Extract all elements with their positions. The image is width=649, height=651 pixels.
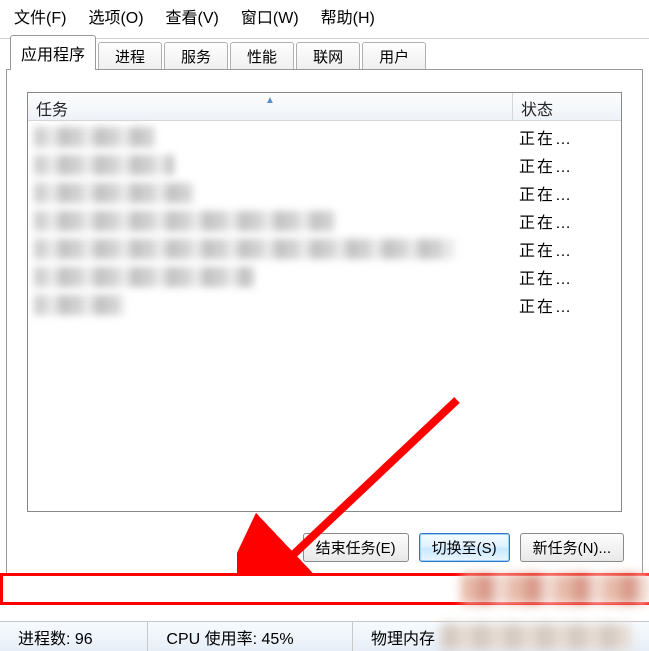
end-task-button[interactable]: 结束任务(E) bbox=[303, 533, 409, 562]
task-row[interactable]: 正在… bbox=[28, 207, 621, 235]
task-list[interactable]: 任务 ▲ 状态 正在… 正在… 正在… bbox=[27, 92, 622, 512]
status-bar: 进程数: 96 CPU 使用率: 45% 物理内存 bbox=[0, 621, 649, 651]
switch-to-button[interactable]: 切换至(S) bbox=[419, 533, 510, 562]
button-row: 结束任务(E) 切换至(S) 新任务(N)... bbox=[303, 533, 624, 562]
menu-view[interactable]: 查看(V) bbox=[166, 4, 219, 28]
tab-networking[interactable]: 联网 bbox=[296, 42, 360, 70]
redacted-region bbox=[441, 624, 631, 650]
status-cell: 正在… bbox=[513, 237, 621, 261]
menu-help[interactable]: 帮助(H) bbox=[321, 4, 375, 28]
status-cell: 正在… bbox=[513, 265, 621, 289]
tabs-region: 应用程序 进程 服务 性能 联网 用户 任务 ▲ 状态 正在… bbox=[0, 38, 649, 577]
menu-options[interactable]: 选项(O) bbox=[88, 4, 143, 28]
tab-services[interactable]: 服务 bbox=[164, 42, 228, 70]
list-header: 任务 ▲ 状态 bbox=[28, 93, 621, 121]
task-row[interactable]: 正在… bbox=[28, 179, 621, 207]
tab-processes[interactable]: 进程 bbox=[98, 42, 162, 70]
tab-body: 任务 ▲ 状态 正在… 正在… 正在… bbox=[6, 69, 643, 577]
task-row[interactable]: 正在… bbox=[28, 263, 621, 291]
column-task[interactable]: 任务 ▲ bbox=[28, 93, 513, 120]
task-row[interactable]: 正在… bbox=[28, 291, 621, 319]
task-row[interactable]: 正在… bbox=[28, 235, 621, 263]
statusbar-memory: 物理内存 bbox=[353, 622, 649, 651]
status-cell: 正在… bbox=[513, 293, 621, 317]
menu-bar: 文件(F) 选项(O) 查看(V) 窗口(W) 帮助(H) bbox=[0, 0, 649, 36]
status-cell: 正在… bbox=[513, 125, 621, 149]
menu-window[interactable]: 窗口(W) bbox=[241, 4, 299, 28]
column-task-label: 任务 bbox=[36, 102, 68, 119]
status-cell: 正在… bbox=[513, 209, 621, 233]
statusbar-processes: 进程数: 96 bbox=[0, 622, 148, 651]
statusbar-cpu: CPU 使用率: 45% bbox=[148, 622, 353, 651]
list-rows: 正在… 正在… 正在… 正在… 正在… bbox=[28, 121, 621, 319]
task-row[interactable]: 正在… bbox=[28, 151, 621, 179]
menu-file[interactable]: 文件(F) bbox=[14, 4, 66, 28]
tab-users[interactable]: 用户 bbox=[362, 42, 426, 70]
redacted-region bbox=[461, 574, 649, 604]
tab-performance[interactable]: 性能 bbox=[230, 42, 294, 70]
status-cell: 正在… bbox=[513, 153, 621, 177]
new-task-button[interactable]: 新任务(N)... bbox=[520, 533, 624, 562]
status-cell: 正在… bbox=[513, 181, 621, 205]
sort-indicator-icon: ▲ bbox=[265, 95, 275, 106]
tab-strip: 应用程序 进程 服务 性能 联网 用户 bbox=[0, 39, 649, 69]
tab-applications[interactable]: 应用程序 bbox=[10, 35, 96, 70]
task-row[interactable]: 正在… bbox=[28, 123, 621, 151]
column-status[interactable]: 状态 bbox=[513, 93, 621, 120]
statusbar-memory-label: 物理内存 bbox=[371, 625, 435, 649]
